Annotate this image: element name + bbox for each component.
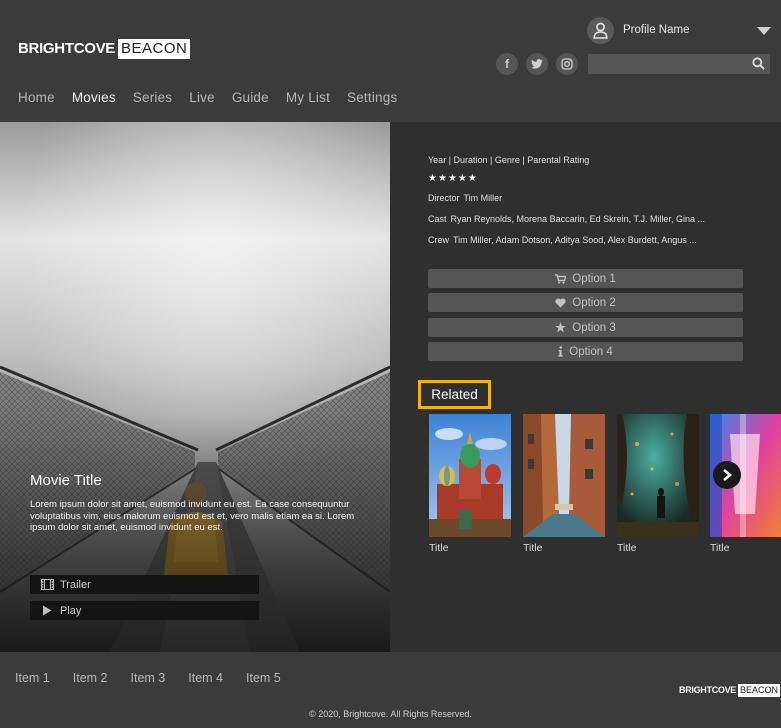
option-2-label: Option 2 bbox=[572, 296, 616, 309]
star-icon: ★ bbox=[467, 173, 478, 184]
trailer-label: Trailer bbox=[60, 578, 91, 591]
play-icon bbox=[34, 605, 60, 616]
logo-text-brightcove: BRIGHTCOVE bbox=[18, 40, 116, 57]
crew-value: Tim Miller, Adam Dotson, Aditya Sood, Al… bbox=[453, 235, 697, 245]
nav-item-settings[interactable]: Settings bbox=[347, 90, 397, 105]
related-thumbnail bbox=[617, 414, 699, 537]
crew-key: Crew bbox=[428, 235, 450, 245]
star-icon: ★ bbox=[447, 173, 458, 184]
option-4-button[interactable]: Option 4 bbox=[428, 342, 743, 361]
twitter-icon[interactable] bbox=[526, 53, 548, 75]
avatar[interactable] bbox=[587, 17, 614, 44]
related-item-1[interactable] bbox=[429, 414, 511, 537]
star-icon: ★ bbox=[437, 173, 448, 184]
footer-item-2[interactable]: Item 2 bbox=[73, 671, 108, 685]
hero-banner: Movie Title Lorem ipsum dolor sit amet, … bbox=[0, 122, 390, 652]
profile-menu[interactable]: Profile Name bbox=[587, 17, 777, 45]
director-key: Director bbox=[428, 193, 460, 203]
footer-logo-brightcove: BRIGHTCOVE bbox=[679, 685, 737, 695]
profile-name[interactable]: Profile Name bbox=[623, 24, 689, 36]
facebook-glyph: f bbox=[505, 57, 509, 71]
star-icon: ★ bbox=[457, 173, 468, 184]
related-item-title[interactable]: Title bbox=[523, 542, 542, 554]
footer-item-5[interactable]: Item 5 bbox=[246, 671, 281, 685]
related-thumbnail bbox=[429, 414, 511, 537]
footer-item-3[interactable]: Item 3 bbox=[131, 671, 166, 685]
user-icon bbox=[593, 22, 608, 39]
copyright: © 2020, Brightcove. All Rights Reserved. bbox=[309, 709, 472, 719]
chevron-down-icon[interactable] bbox=[757, 27, 771, 35]
trailer-button[interactable]: Trailer bbox=[30, 575, 259, 594]
cast-key: Cast bbox=[428, 214, 447, 224]
nav-item-series[interactable]: Series bbox=[133, 90, 172, 105]
director-line: Director Tim Miller bbox=[428, 193, 748, 203]
option-2-button[interactable]: Option 2 bbox=[428, 293, 743, 312]
cast-value: Ryan Reynolds, Morena Baccarin, Ed Skrei… bbox=[450, 214, 705, 224]
facebook-icon[interactable]: f bbox=[496, 53, 518, 75]
heart-icon bbox=[555, 297, 566, 308]
search-icon[interactable] bbox=[752, 57, 765, 70]
search-input[interactable] bbox=[588, 54, 770, 74]
option-4-label: Option 4 bbox=[569, 345, 613, 358]
main-nav: Home Movies Series Live Guide My List Se… bbox=[18, 90, 414, 105]
cast-line: Cast Ryan Reynolds, Morena Baccarin, Ed S… bbox=[428, 214, 748, 224]
play-button[interactable]: Play bbox=[30, 601, 259, 620]
option-3-button[interactable]: Option 3 bbox=[428, 318, 743, 337]
movie-meta: Year | Duration | Genre | Parental Ratin… bbox=[428, 155, 590, 165]
star-icon bbox=[555, 322, 567, 333]
related-item-3[interactable] bbox=[617, 414, 699, 537]
cart-icon bbox=[555, 273, 567, 284]
nav-item-movies[interactable]: Movies bbox=[72, 90, 116, 105]
movie-title: Movie Title bbox=[30, 472, 102, 489]
info-icon bbox=[558, 346, 563, 357]
footer-nav: Item 1 Item 2 Item 3 Item 4 Item 5 bbox=[15, 671, 304, 685]
director-value: Tim Miller bbox=[463, 193, 503, 203]
chevron-right-icon bbox=[723, 469, 732, 481]
instagram-glyph-icon bbox=[561, 58, 573, 70]
option-1-label: Option 1 bbox=[572, 272, 616, 285]
twitter-bird-icon bbox=[531, 59, 543, 69]
logo-text-beacon: BEACON bbox=[118, 39, 191, 59]
site-footer: Item 1 Item 2 Item 3 Item 4 Item 5 BRIGH… bbox=[0, 652, 781, 728]
site-header: BRIGHTCOVE BEACON Profile Name f Home Mo… bbox=[0, 0, 781, 122]
carousel-next-button[interactable] bbox=[713, 461, 741, 489]
related-item-2[interactable] bbox=[523, 414, 605, 537]
nav-item-home[interactable]: Home bbox=[18, 90, 55, 105]
related-item-title[interactable]: Title bbox=[429, 542, 448, 554]
related-thumbnail bbox=[523, 414, 605, 537]
nav-item-guide[interactable]: Guide bbox=[232, 90, 269, 105]
star-icon: ★ bbox=[428, 173, 438, 184]
nav-item-my-list[interactable]: My List bbox=[286, 90, 330, 105]
rating-stars: ★★★★★ bbox=[428, 173, 478, 184]
related-item-title[interactable]: Title bbox=[617, 542, 636, 554]
related-heading: Related bbox=[418, 380, 491, 409]
instagram-icon[interactable] bbox=[556, 53, 578, 75]
nav-item-live[interactable]: Live bbox=[189, 90, 215, 105]
film-icon bbox=[34, 579, 60, 590]
movie-description: Lorem ipsum dolor sit amet, euismod invi… bbox=[30, 499, 355, 533]
play-label: Play bbox=[60, 604, 82, 617]
footer-item-1[interactable]: Item 1 bbox=[15, 671, 50, 685]
related-item-title[interactable]: Title bbox=[710, 542, 729, 554]
brand-logo[interactable]: BRIGHTCOVE BEACON bbox=[18, 39, 191, 59]
crew-line: Crew Tim Miller, Adam Dotson, Aditya Sood… bbox=[428, 235, 748, 245]
footer-logo: BRIGHTCOVE BEACON bbox=[679, 684, 781, 697]
option-3-label: Option 3 bbox=[572, 321, 616, 334]
hero-image bbox=[0, 122, 390, 652]
option-1-button[interactable]: Option 1 bbox=[428, 269, 743, 288]
footer-logo-beacon: BEACON bbox=[738, 684, 781, 697]
footer-item-4[interactable]: Item 4 bbox=[188, 671, 223, 685]
